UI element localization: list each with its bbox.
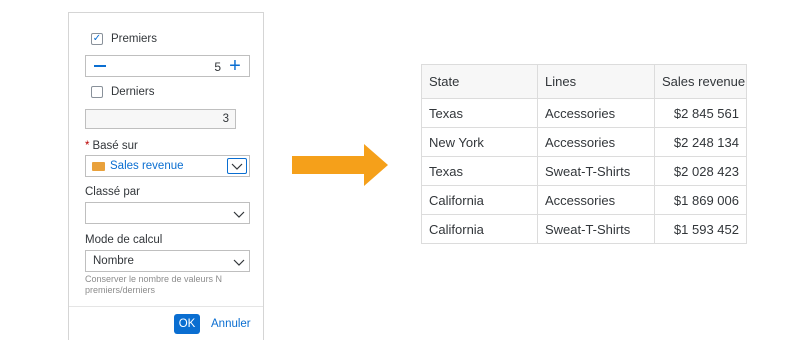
chevron-down-icon[interactable]: [233, 208, 245, 218]
cell-lines: Sweat-T-Shirts: [537, 214, 655, 244]
base-sur-select[interactable]: Sales revenue: [85, 155, 250, 177]
cell-sales-revenue: $2 845 561: [654, 98, 747, 128]
premiers-checkbox[interactable]: ✓: [91, 33, 103, 45]
minus-icon[interactable]: [94, 65, 106, 67]
cell-state: Texas: [421, 98, 538, 128]
table-row: New York Accessories $2 248 134: [421, 127, 747, 157]
chevron-down-icon[interactable]: [227, 158, 247, 174]
classe-par-label: Classé par: [85, 186, 140, 198]
dimension-icon: [92, 162, 105, 171]
table-row: Texas Accessories $2 845 561: [421, 98, 747, 128]
cell-sales-revenue: $2 028 423: [654, 156, 747, 186]
base-sur-label: * Basé sur: [85, 140, 138, 152]
premiers-label: Premiers: [111, 33, 158, 45]
classe-par-select[interactable]: [85, 202, 250, 224]
chevron-down-icon[interactable]: [233, 256, 245, 266]
cell-sales-revenue: $1 869 006: [654, 185, 747, 215]
cell-lines: Sweat-T-Shirts: [537, 156, 655, 186]
table-row: California Accessories $1 869 006: [421, 185, 747, 215]
premiers-stepper[interactable]: 5 +: [85, 55, 250, 77]
derniers-label: Derniers: [111, 86, 155, 98]
table-row: California Sweat-T-Shirts $1 593 452: [421, 214, 747, 244]
cell-sales-revenue: $1 593 452: [654, 214, 747, 244]
cell-lines: Accessories: [537, 185, 655, 215]
ranking-panel: ✓ Premiers 5 + Derniers 3 * Basé sur Sale…: [68, 12, 264, 340]
cancel-button[interactable]: Annuler: [211, 314, 251, 334]
mode-calcul-select[interactable]: Nombre: [85, 250, 250, 272]
premiers-option[interactable]: ✓ Premiers: [91, 33, 157, 45]
mode-calcul-value: Nombre: [93, 255, 134, 267]
cell-state: California: [421, 214, 538, 244]
cell-lines: Accessories: [537, 127, 655, 157]
cell-state: New York: [421, 127, 538, 157]
result-table: State Lines Sales revenue Texas Accessor…: [421, 64, 747, 244]
table-row: Texas Sweat-T-Shirts $2 028 423: [421, 156, 747, 186]
plus-icon[interactable]: +: [227, 56, 243, 76]
ok-button[interactable]: OK: [174, 314, 200, 334]
derniers-checkbox[interactable]: [91, 86, 103, 98]
table-header-row: State Lines Sales revenue: [421, 64, 747, 99]
base-sur-value: Sales revenue: [110, 160, 184, 172]
premiers-value[interactable]: 5: [214, 60, 221, 74]
column-header-lines: Lines: [537, 64, 655, 99]
mode-calcul-label: Mode de calcul: [85, 234, 163, 246]
derniers-value: 3: [222, 113, 229, 125]
required-asterisk: *: [85, 140, 90, 152]
cell-state: California: [421, 185, 538, 215]
cell-lines: Accessories: [537, 98, 655, 128]
cell-sales-revenue: $2 248 134: [654, 127, 747, 157]
derniers-value-field: 3: [85, 109, 236, 129]
column-header-sales-revenue: Sales revenue: [654, 64, 747, 99]
arrow-right-icon: [292, 144, 388, 186]
dialog-footer: OK Annuler: [69, 306, 263, 340]
column-header-state: State: [421, 64, 538, 99]
cell-state: Texas: [421, 156, 538, 186]
hint-text: Conserver le nombre de valeurs N premier…: [85, 274, 223, 295]
derniers-option[interactable]: Derniers: [91, 86, 154, 98]
